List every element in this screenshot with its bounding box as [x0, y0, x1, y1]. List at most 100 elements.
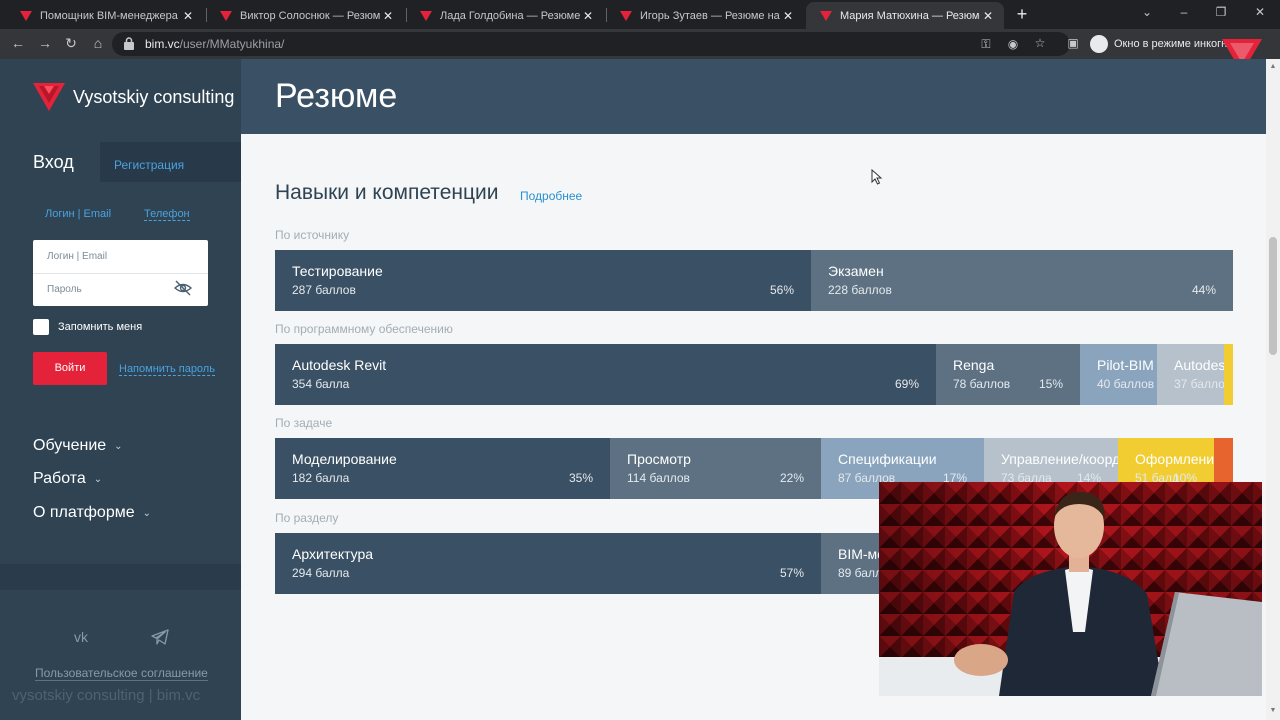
mouse-cursor-icon: [871, 169, 883, 185]
skill-segment[interactable]: Pilot-BIM 40 баллов: [1080, 344, 1157, 405]
user-agreement-link[interactable]: Пользовательское соглашение: [35, 666, 208, 681]
segment-points: 78 баллов: [953, 377, 1011, 391]
skill-segment[interactable]: Архитектура 294 балла 57%: [275, 533, 821, 594]
close-tab-icon[interactable]: ✕: [780, 9, 796, 23]
new-tab-button[interactable]: +: [1012, 4, 1032, 25]
segment-points: 287 баллов: [292, 283, 356, 297]
home-icon[interactable]: ⌂: [89, 35, 107, 51]
presenter-video: [879, 482, 1262, 696]
menu-item-education[interactable]: Обучение ⌄: [33, 437, 123, 455]
tab-search-icon[interactable]: ⌄: [1137, 5, 1157, 19]
close-tab-icon[interactable]: ✕: [580, 9, 596, 23]
vk-icon[interactable]: vk: [74, 629, 88, 645]
skill-segment[interactable]: Autodesk 37 баллов: [1157, 344, 1224, 405]
browser-tab[interactable]: Помощник BIM-менеджера — ✕: [6, 2, 204, 29]
restore-icon[interactable]: ❐: [1211, 5, 1231, 19]
group-label: По задаче: [275, 416, 333, 430]
segment-points: 114 баллов: [627, 471, 690, 485]
scroll-up-icon[interactable]: ▲: [1269, 63, 1277, 71]
segment-name: Renga: [953, 357, 995, 373]
brand[interactable]: Vysotskiy consulting: [33, 83, 234, 111]
menu-item-platform[interactable]: О платформе ⌄: [33, 504, 151, 522]
reload-icon[interactable]: ↻: [62, 35, 80, 52]
site-logo-icon: [420, 10, 432, 21]
hide-password-icon[interactable]: [174, 280, 192, 296]
browser-tab[interactable]: Виктор Солоснюк — Резюме на ✕: [206, 2, 404, 29]
skill-segment[interactable]: Экзамен 228 баллов 44%: [811, 250, 1233, 311]
page-header: Резюме: [241, 59, 1266, 134]
segment-percent: 56%: [769, 283, 794, 297]
login-button[interactable]: Войти: [33, 352, 107, 385]
site-logo-icon: [220, 10, 232, 21]
skill-segment[interactable]: Моделирование 182 балла 35%: [275, 438, 610, 499]
login-field[interactable]: Логин | Email: [47, 251, 107, 262]
close-tab-icon[interactable]: ✕: [380, 9, 396, 23]
site-logo-icon: [20, 10, 32, 21]
browser-toolbar: ← → ↻ ⌂ bim.vc/user/MMatyukhina/ ⚿ ◉ ☆ ▣…: [0, 29, 1280, 73]
skill-segment[interactable]: [1224, 344, 1233, 405]
login-form: Логин | Email Пароль: [33, 240, 208, 306]
chevron-down-icon: ⌄: [142, 507, 152, 519]
segment-name: Управление/координация: [1001, 451, 1118, 467]
group-label: По разделу: [275, 511, 339, 525]
key-icon[interactable]: ⚿: [978, 37, 994, 52]
browser-tab[interactable]: Лада Голдобина — Резюме на ✕: [406, 2, 604, 29]
remember-me[interactable]: Запомнить меня: [33, 319, 142, 335]
skill-segment[interactable]: Тестирование 287 баллов 56%: [275, 250, 811, 311]
video-watermark: vysotskiy consulting | bim.vc: [12, 687, 201, 704]
site-logo-icon: [620, 10, 632, 21]
lock-icon[interactable]: [124, 37, 134, 50]
tab-title: Лада Голдобина — Резюме на: [440, 9, 580, 22]
auth-tabs: Вход Регистрация: [0, 142, 241, 182]
section-title: Навыки и компетенции: [275, 181, 499, 204]
forward-icon[interactable]: →: [36, 35, 54, 51]
tab-login[interactable]: Вход: [0, 142, 100, 182]
scroll-thumb[interactable]: [1269, 237, 1277, 355]
browser-tab[interactable]: Игорь Зутаев — Резюме на bim ✕: [606, 2, 804, 29]
login-mode-phone[interactable]: Телефон: [144, 208, 190, 221]
page-scrollbar[interactable]: ▲ ▼: [1266, 59, 1280, 720]
close-tab-icon[interactable]: ✕: [180, 9, 196, 23]
browser-tab-strip: Помощник BIM-менеджера — ✕ Виктор Солосн…: [0, 0, 1280, 29]
forgot-password-link[interactable]: Напомнить пароль: [119, 363, 215, 376]
segment-name: Экзамен: [828, 263, 884, 279]
segment-points: 40 баллов: [1097, 377, 1155, 391]
browser-tab-active[interactable]: Мария Матюхина — Резюме на ✕: [806, 2, 1004, 29]
sidepanel-icon[interactable]: ▣: [1065, 36, 1081, 50]
login-mode-email[interactable]: Логин | Email: [45, 208, 111, 220]
close-window-icon[interactable]: ✕: [1250, 5, 1270, 19]
back-icon[interactable]: ←: [9, 35, 27, 51]
skill-segment[interactable]: Autodesk Revit 354 балла 69%: [275, 344, 936, 405]
remember-checkbox[interactable]: [33, 319, 49, 335]
page-title: Резюме: [275, 77, 398, 115]
skill-segment[interactable]: Renga 78 баллов 15%: [936, 344, 1080, 405]
segment-name: Оформление: [1135, 451, 1214, 467]
segment-points: 354 балла: [292, 377, 350, 391]
incognito-icon: [1090, 35, 1108, 53]
tab-registration[interactable]: Регистрация: [114, 158, 184, 172]
remember-label: Запомнить меня: [58, 321, 143, 333]
segment-name: Спецификации: [838, 451, 937, 467]
group-label: По источнику: [275, 228, 350, 242]
close-tab-icon[interactable]: ✕: [980, 9, 996, 23]
segment-name: Архитектура: [292, 546, 374, 562]
scroll-down-icon[interactable]: ▼: [1269, 707, 1277, 715]
password-field[interactable]: Пароль: [47, 284, 82, 295]
tab-title: Игорь Зутаев — Резюме на bim: [640, 9, 780, 22]
vysotskiy-logo-icon: [33, 83, 65, 111]
segment-name: Просмотр: [627, 451, 691, 467]
url-path: /user/MMatyukhina/: [179, 37, 285, 51]
skill-segment[interactable]: Просмотр 114 баллов 22%: [610, 438, 821, 499]
minimize-icon[interactable]: –: [1174, 5, 1194, 19]
sidebar: Vysotskiy consulting Вход Регистрация Ло…: [0, 59, 241, 720]
tracking-blocked-icon[interactable]: ◉: [1005, 37, 1021, 51]
segment-percent: 44%: [1191, 283, 1216, 297]
telegram-icon[interactable]: [151, 629, 169, 645]
menu-item-work[interactable]: Работа ⌄: [33, 470, 102, 488]
more-link[interactable]: Подробнее: [520, 189, 582, 203]
address-bar[interactable]: bim.vc/user/MMatyukhina/ ⚿ ◉ ☆: [112, 32, 1070, 56]
bookmark-star-icon[interactable]: ☆: [1032, 36, 1048, 50]
segment-percent: 57%: [779, 566, 804, 580]
segment-percent: 69%: [894, 377, 919, 391]
segment-name: Autodesk Revit: [292, 357, 387, 373]
